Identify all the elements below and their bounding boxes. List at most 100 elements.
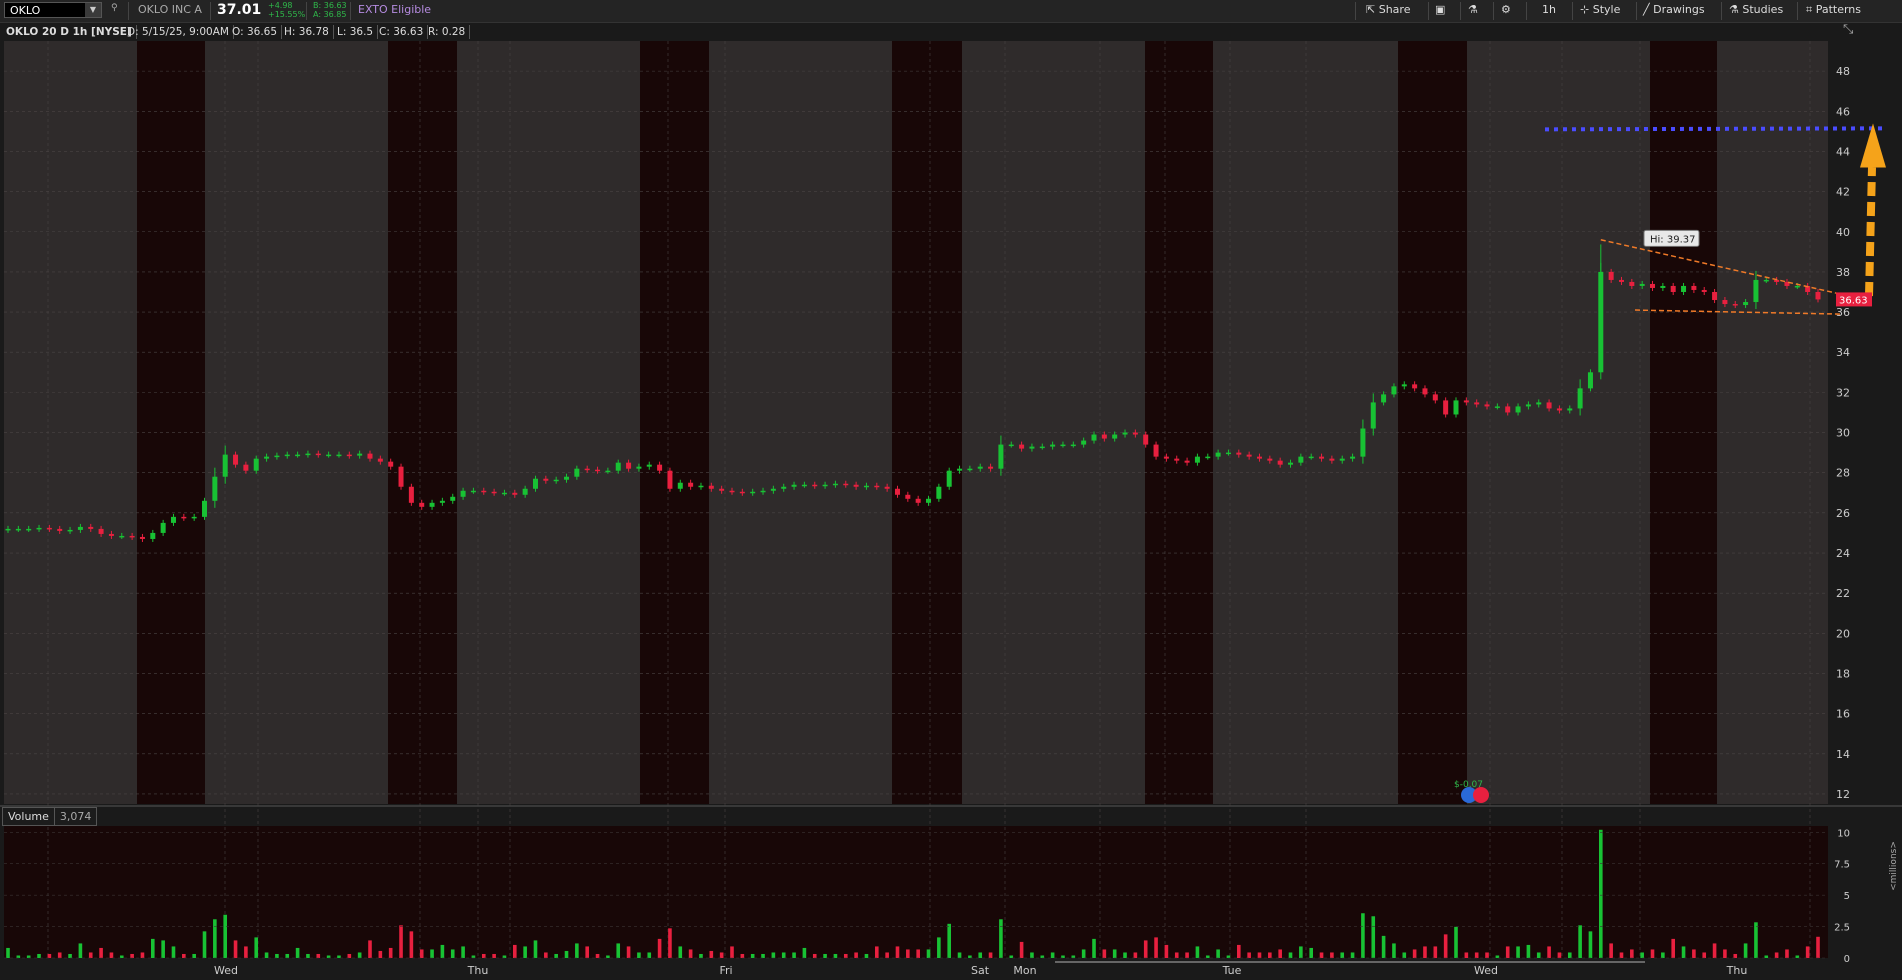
candle-body	[481, 490, 487, 493]
price-tick-label: 18	[1836, 667, 1850, 680]
candle-body	[1101, 434, 1107, 439]
candle-body	[367, 453, 373, 459]
volume-bar	[1495, 955, 1500, 958]
candle-body	[1029, 446, 1035, 449]
candle-body	[605, 470, 611, 473]
candle-body	[264, 456, 270, 459]
candle-body	[977, 466, 983, 469]
interval-selector[interactable]: 1h	[1542, 3, 1556, 16]
volume-bar	[1040, 955, 1045, 958]
candle-body	[636, 466, 642, 469]
volume-panel-bg	[4, 826, 1828, 958]
candle-body	[46, 527, 52, 530]
volume-bar	[606, 955, 610, 958]
earnings-label: $-0.07	[1454, 780, 1483, 790]
price-chart[interactable]: 12 14 16 18 20 22 24 26 28 30 32 34 36 38 40 42 44 46 48 1…	[0, 22, 1902, 980]
candle-body	[1794, 285, 1800, 288]
candle-body	[1246, 454, 1252, 457]
volume-bar	[1536, 952, 1541, 958]
last-price: 37.01	[217, 2, 262, 18]
style-button[interactable]: ⊹ Style	[1580, 3, 1620, 16]
link-icon[interactable]: ⚲	[111, 3, 118, 13]
volume-bar	[854, 952, 858, 958]
share-icon: ⇱	[1366, 3, 1376, 16]
volume-bar	[906, 949, 910, 958]
studies-button[interactable]: ⚗ Studies	[1729, 3, 1783, 16]
volume-bar	[316, 953, 321, 958]
candle-body	[832, 483, 838, 486]
candle-body	[512, 492, 518, 495]
volume-bar	[637, 952, 641, 958]
volume-bar	[657, 938, 662, 958]
patterns-button[interactable]: ⌗ Patterns	[1806, 3, 1861, 17]
candle-body	[688, 482, 694, 487]
candle-body	[274, 455, 280, 458]
volume-bar	[688, 949, 693, 958]
volume-bar	[1154, 937, 1158, 958]
volume-bar	[823, 953, 827, 958]
candle-body	[729, 490, 735, 493]
price-tick-label: 26	[1836, 507, 1850, 520]
candle-body	[988, 466, 994, 469]
candle-body	[1432, 394, 1438, 401]
divider	[1797, 2, 1798, 20]
price-tick-label: 22	[1836, 587, 1850, 600]
candle-body	[812, 484, 818, 487]
candle-body	[26, 528, 32, 531]
volume-bar	[1754, 922, 1758, 958]
volume-bar	[999, 919, 1003, 958]
candle-body	[698, 485, 704, 488]
price-axis: 12 14 16 18 20 22 24 26 28 30 32 34 36 38 40 42 44 46 48	[1836, 65, 1850, 801]
snapshot-icon[interactable]: ▣	[1435, 3, 1445, 16]
volume-tick-label: 0	[1844, 954, 1850, 965]
volume-bar	[275, 953, 279, 958]
time-tick-label: Fri	[719, 964, 732, 977]
volume-bar	[151, 938, 155, 958]
candle-body	[957, 468, 963, 471]
symbol-input[interactable]: OKLO	[10, 4, 40, 17]
exto-eligible-badge[interactable]: EXTO Eligible	[358, 3, 431, 16]
share-button[interactable]: ⇱ Share	[1366, 3, 1410, 16]
volume-bar	[182, 953, 186, 958]
volume-bar	[750, 953, 755, 958]
volume-bar	[430, 949, 434, 958]
volume-bar	[1371, 916, 1376, 958]
candle-body	[1681, 285, 1687, 292]
volume-bar	[119, 955, 124, 958]
volume-bar	[244, 946, 248, 958]
chevron-down-icon[interactable]: ▼	[85, 3, 101, 17]
candle-body	[574, 468, 580, 477]
drawings-label: Drawings	[1653, 3, 1705, 16]
candle-body	[119, 535, 125, 538]
candle-body	[677, 482, 683, 489]
divider	[1355, 2, 1356, 20]
candle-body	[1515, 406, 1521, 413]
drawings-button[interactable]: ╱ Drawings	[1643, 3, 1705, 16]
volume-bar	[295, 947, 300, 958]
candle-body	[15, 528, 21, 531]
candle-body	[212, 476, 218, 501]
volume-bar	[26, 955, 31, 958]
flask-icon[interactable]: ⚗	[1468, 3, 1478, 16]
symbol-selector[interactable]: OKLO ▼	[4, 2, 102, 18]
candle-body	[1494, 406, 1500, 408]
patterns-label: Patterns	[1815, 3, 1862, 16]
candle-body	[1339, 458, 1345, 461]
volume-bar	[1205, 955, 1210, 958]
patterns-icon: ⌗	[1806, 3, 1813, 16]
candle-body	[501, 492, 507, 495]
volume-bar	[771, 952, 776, 958]
extended-hours-band	[640, 41, 709, 804]
candle-body	[357, 453, 363, 456]
extended-hours-band	[892, 41, 962, 804]
candle-body	[1691, 285, 1697, 290]
volume-bar	[699, 953, 703, 958]
company-name: OKLO INC A	[138, 3, 202, 16]
volume-bar	[1702, 952, 1707, 958]
candle-body	[57, 528, 63, 531]
volume-bar	[761, 953, 765, 958]
candle-body	[719, 488, 725, 491]
candle-body	[181, 516, 187, 519]
gear-icon[interactable]: ⚙	[1501, 3, 1511, 16]
candle-body	[1256, 456, 1262, 459]
